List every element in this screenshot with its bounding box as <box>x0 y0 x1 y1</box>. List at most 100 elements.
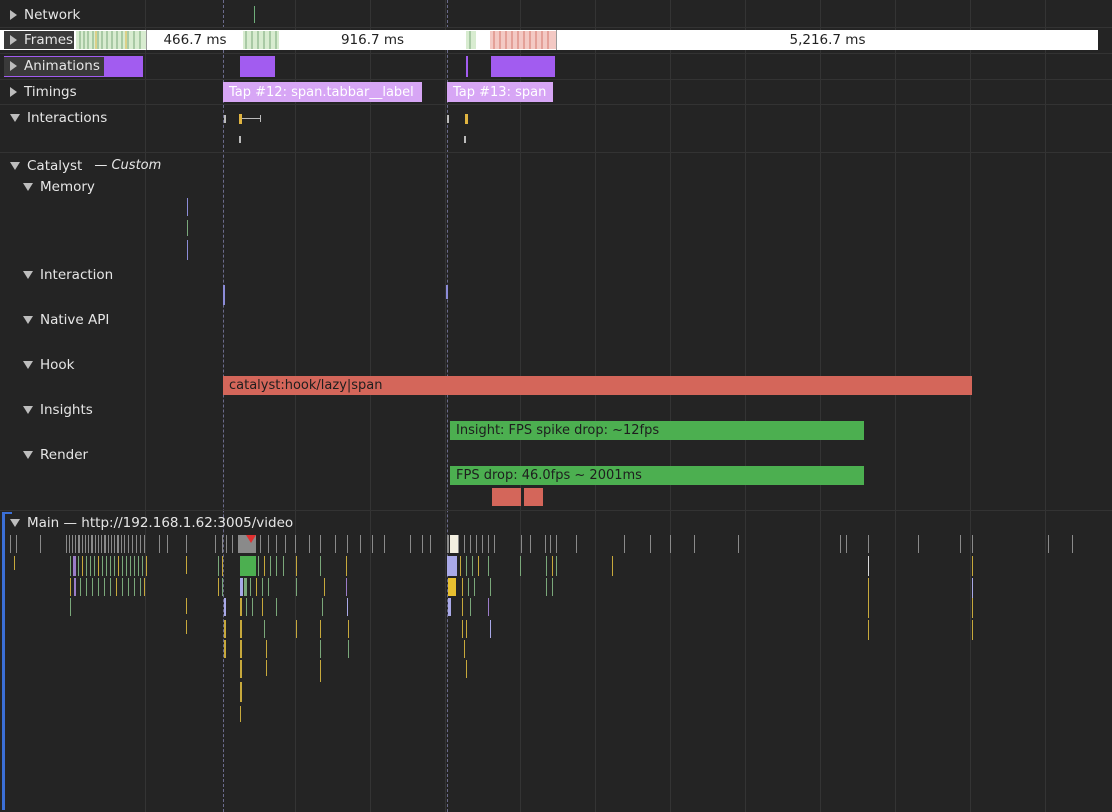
call <box>276 598 277 616</box>
task <box>215 535 216 553</box>
call <box>346 556 347 576</box>
interaction-mark[interactable] <box>239 114 242 124</box>
call <box>240 578 243 596</box>
track-main[interactable]: Main — http://192.168.1.62:3005/video <box>10 515 293 531</box>
interaction-whisker-end <box>260 115 261 122</box>
call <box>474 578 475 596</box>
call <box>90 556 91 576</box>
task <box>422 535 423 553</box>
track-label: Interactions <box>27 110 108 126</box>
call <box>240 682 242 702</box>
call <box>246 598 247 616</box>
call <box>240 706 241 722</box>
track-hook[interactable]: Hook <box>23 357 75 373</box>
call <box>146 556 147 576</box>
call <box>110 578 111 596</box>
task-selected <box>450 535 458 553</box>
call <box>520 556 521 576</box>
task <box>738 535 739 553</box>
animation-block[interactable] <box>466 56 468 77</box>
render-bar[interactable]: FPS drop: 46.0fps ~ 2001ms <box>450 466 864 485</box>
track-label: Timings <box>24 84 77 100</box>
call <box>138 556 139 576</box>
track-network[interactable]: Network <box>10 7 80 23</box>
call <box>140 578 141 596</box>
call <box>324 578 325 596</box>
call <box>348 620 349 638</box>
task <box>309 535 310 553</box>
task <box>124 535 125 553</box>
interaction-mark[interactable] <box>239 136 241 143</box>
interaction-mark[interactable] <box>224 115 226 123</box>
track-catalyst[interactable]: Catalyst — Custom <box>10 158 161 174</box>
memory-mark[interactable] <box>187 198 188 216</box>
call <box>268 578 269 596</box>
track-frames[interactable]: Frames <box>10 32 73 48</box>
frame-duration[interactable]: 5,216.7 ms <box>557 31 1098 49</box>
task <box>650 535 651 553</box>
track-interaction[interactable]: Interaction <box>23 267 113 283</box>
track-insights[interactable]: Insights <box>23 402 93 418</box>
task <box>78 535 80 553</box>
call <box>546 556 547 576</box>
render-block[interactable] <box>524 488 543 506</box>
memory-mark[interactable] <box>187 220 188 236</box>
call <box>972 578 973 598</box>
task <box>85 535 86 553</box>
interaction-mark[interactable] <box>465 114 468 124</box>
call <box>186 556 187 574</box>
collapse-arrow-icon <box>23 361 33 369</box>
task <box>268 535 269 553</box>
task <box>447 535 449 553</box>
call <box>244 578 247 596</box>
track-separator <box>0 104 1112 105</box>
track-separator <box>0 152 1112 153</box>
track-interactions[interactable]: Interactions <box>10 110 107 126</box>
timing-tap12[interactable]: Tap #12: span.tabbar__label <box>223 82 422 102</box>
hook-bar[interactable]: catalyst:hook/lazy|span <box>223 376 972 395</box>
call <box>320 620 321 638</box>
call <box>256 578 257 596</box>
task <box>114 535 115 553</box>
timing-tap13[interactable]: Tap #13: span <box>447 82 553 102</box>
track-native-api[interactable]: Native API <box>23 312 109 328</box>
call <box>462 578 463 596</box>
call <box>266 640 267 658</box>
task <box>98 535 99 553</box>
track-timings[interactable]: Timings <box>10 84 77 100</box>
network-request[interactable] <box>254 6 255 23</box>
track-render[interactable]: Render <box>23 447 88 463</box>
track-label: Memory <box>40 179 95 195</box>
memory-mark[interactable] <box>187 240 188 260</box>
call <box>94 556 95 576</box>
interaction-mark[interactable] <box>464 136 466 143</box>
insight-bar[interactable]: Insight: FPS spike drop: ~12fps <box>450 421 864 440</box>
call <box>92 578 93 596</box>
track-memory[interactable]: Memory <box>23 179 95 195</box>
track-animations[interactable]: Animations <box>10 58 100 74</box>
animation-block[interactable] <box>491 56 555 77</box>
call <box>868 556 869 576</box>
track-separator <box>0 53 1112 54</box>
call <box>262 578 263 596</box>
interaction-mark[interactable] <box>447 115 449 123</box>
task <box>846 535 847 553</box>
call <box>86 556 87 576</box>
task <box>75 535 76 553</box>
frame-duration[interactable]: 466.7 ms <box>147 31 243 49</box>
call <box>276 556 277 576</box>
call <box>118 556 119 576</box>
task <box>285 535 286 553</box>
call <box>472 556 473 576</box>
frame-duration[interactable]: 916.7 ms <box>279 31 466 49</box>
call <box>972 556 973 576</box>
interaction-event[interactable] <box>446 285 448 299</box>
call <box>448 598 451 616</box>
interaction-event[interactable] <box>223 285 225 305</box>
task <box>550 535 551 553</box>
task <box>132 535 133 553</box>
animation-block[interactable] <box>240 56 275 77</box>
flamechart-svg[interactable] <box>0 530 1112 730</box>
call <box>296 556 297 576</box>
render-block[interactable] <box>492 488 521 506</box>
